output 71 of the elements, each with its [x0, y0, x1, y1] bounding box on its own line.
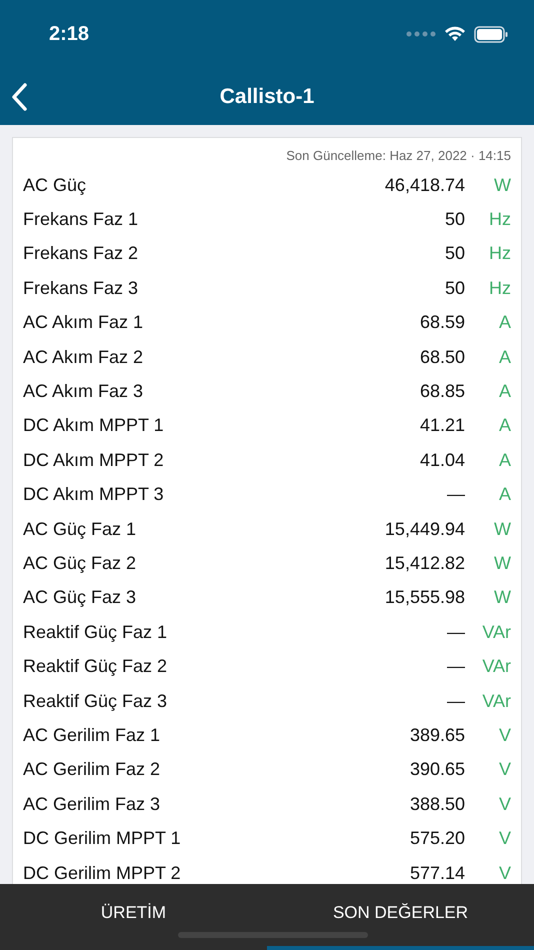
measurement-unit: A [498, 312, 511, 334]
measurement-unit: V [498, 794, 511, 815]
measurement-value: 389.65 [410, 724, 465, 746]
measurement-value: — [447, 656, 465, 678]
screen-title: Callisto-1 [220, 84, 314, 108]
measurement-label: AC Gerilim Faz 3 [23, 794, 162, 815]
measurement-label: Frekans Faz 1 [23, 209, 140, 230]
measurement-value: 50 [444, 278, 465, 299]
measurement-unit: V [498, 759, 511, 780]
measurement-unit: V [498, 862, 511, 884]
measurement-label: AC Güç Faz 3 [23, 587, 138, 608]
measurement-unit: V [498, 724, 511, 746]
measurement-value: 68.59 [420, 312, 465, 334]
measurement-value: 15,449.94 [384, 518, 465, 540]
measurement-unit: A [498, 415, 511, 436]
measurement-label: DC Akım MPPT 3 [23, 484, 165, 506]
measurement-value: 15,555.98 [384, 587, 465, 608]
measurement-unit: A [498, 346, 511, 368]
measurement-unit: VAr [481, 622, 511, 643]
measurement-label: Frekans Faz 3 [23, 278, 140, 299]
measurement-label: Reaktif Güç Faz 2 [23, 656, 168, 678]
measurement-label: AC Akım Faz 2 [23, 346, 144, 368]
measurement-unit: V [498, 828, 511, 850]
measurement-unit: VAr [481, 656, 511, 678]
measurement-unit: VAr [481, 690, 511, 712]
measurement-label: AC Güç Faz 2 [23, 552, 138, 574]
measurement-value: 46,418.74 [384, 174, 465, 196]
bottom-tab[interactable]: ÜRETİM [0, 884, 267, 950]
measurement-label: AC Gerilim Faz 2 [23, 759, 162, 780]
measurement-label: Reaktif Güç Faz 3 [23, 690, 168, 712]
measurement-value: 50 [444, 243, 465, 264]
measurement-value: — [447, 622, 465, 643]
measurement-unit: Hz [488, 209, 511, 230]
measurement-label: Frekans Faz 2 [23, 243, 140, 264]
measurement-label: AC Güç Faz 1 [23, 518, 138, 540]
measurement-unit: A [498, 450, 511, 471]
measurement-label: AC Akım Faz 3 [23, 381, 144, 402]
measurement-value: 41.04 [420, 450, 465, 471]
measurement-label: DC Akım MPPT 1 [23, 415, 165, 436]
measurement-label: AC Akım Faz 1 [23, 312, 144, 334]
measurement-value: 575.20 [410, 828, 465, 850]
signal-icon [406, 31, 436, 37]
measurement-label: DC Gerilim MPPT 1 [23, 828, 182, 850]
measurement-value: 390.65 [410, 759, 465, 780]
wifi-icon [444, 26, 466, 42]
measurement-unit: W [493, 518, 511, 540]
measurement-label: AC Güç [23, 174, 88, 196]
measurement-value: 68.50 [420, 346, 465, 368]
measurement-value: 41.21 [420, 415, 465, 436]
measurement-unit: W [493, 174, 511, 196]
measurement-unit: W [493, 552, 511, 574]
measurement-value: — [447, 484, 465, 506]
measurement-value: 388.50 [410, 794, 465, 815]
back-chevron-icon [10, 82, 28, 112]
measurement-label: Reaktif Güç Faz 1 [23, 622, 168, 643]
measurement-unit: Hz [488, 278, 511, 299]
measurement-value: 577.14 [410, 862, 465, 884]
measurement-value: — [447, 690, 465, 712]
last-update-text: Son Güncelleme: Haz 27, 2022 · 14:15 [286, 148, 511, 163]
measurement-unit: W [493, 587, 511, 608]
measurement-value: 68.85 [420, 381, 465, 402]
measurement-unit: Hz [488, 243, 511, 264]
measurement-unit: A [498, 381, 511, 402]
status-time: 2:18 [49, 22, 90, 46]
measurement-value: 50 [444, 209, 465, 230]
measurement-value: 15,412.82 [384, 552, 465, 574]
battery-icon [474, 26, 508, 42]
measurement-label: DC Gerilim MPPT 2 [23, 862, 182, 884]
measurement-unit: A [498, 484, 511, 506]
measurement-label: DC Akım MPPT 2 [23, 450, 165, 471]
measurement-label: AC Gerilim Faz 1 [23, 724, 162, 746]
